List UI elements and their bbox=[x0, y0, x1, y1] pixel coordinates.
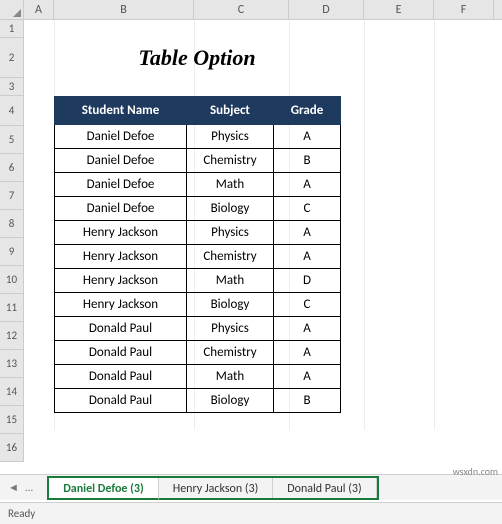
col-header-D[interactable]: D bbox=[289, 0, 364, 19]
cell-subject[interactable]: Physics bbox=[187, 317, 274, 341]
row-header-11[interactable]: 11 bbox=[0, 294, 24, 322]
col-header-B[interactable]: B bbox=[54, 0, 194, 19]
cell-name[interactable]: Henry Jackson bbox=[55, 293, 187, 317]
col-header-C[interactable]: C bbox=[194, 0, 289, 19]
row-header-15[interactable]: 15 bbox=[0, 406, 24, 434]
cell-subject[interactable]: Math bbox=[187, 173, 274, 197]
tab-prev-icon[interactable]: ◄ bbox=[8, 481, 19, 494]
table-row[interactable]: Daniel DefoeBiologyC bbox=[55, 197, 341, 221]
row-header-14[interactable]: 14 bbox=[0, 378, 24, 406]
row-header-6[interactable]: 6 bbox=[0, 154, 24, 182]
cell-grade[interactable]: A bbox=[274, 341, 341, 365]
sheet-tab[interactable]: Daniel Defoe (3) bbox=[49, 478, 158, 500]
cell-subject[interactable]: Physics bbox=[187, 221, 274, 245]
row-header-2[interactable]: 2 bbox=[0, 38, 24, 78]
page-title: Table Option bbox=[54, 38, 340, 78]
row-header-4[interactable]: 4 bbox=[0, 96, 24, 126]
cell-name[interactable]: Henry Jackson bbox=[55, 221, 187, 245]
header-subject[interactable]: Subject bbox=[187, 97, 274, 125]
cell-grade[interactable]: A bbox=[274, 173, 341, 197]
header-student-name[interactable]: Student Name bbox=[55, 97, 187, 125]
row-headers: 1 2 3 4 5 6 7 8 9 10 11 12 13 14 15 16 bbox=[0, 20, 24, 462]
cell-grade[interactable]: A bbox=[274, 125, 341, 149]
tabs-highlight: Daniel Defoe (3)Henry Jackson (3)Donald … bbox=[47, 476, 378, 500]
tab-menu-icon[interactable]: ... bbox=[25, 481, 33, 494]
row-header-5[interactable]: 5 bbox=[0, 126, 24, 154]
cell-grade[interactable]: A bbox=[274, 221, 341, 245]
table-row[interactable]: Donald PaulPhysicsA bbox=[55, 317, 341, 341]
select-all-corner[interactable] bbox=[0, 0, 24, 19]
cell-grade[interactable]: A bbox=[274, 317, 341, 341]
table-row[interactable]: Daniel DefoeMathA bbox=[55, 173, 341, 197]
cell-name[interactable]: Daniel Defoe bbox=[55, 173, 187, 197]
spreadsheet-grid[interactable]: A B C D E F 1 2 3 4 5 6 7 8 9 10 11 12 1… bbox=[0, 0, 502, 480]
cell-grade[interactable]: D bbox=[274, 269, 341, 293]
cell-name[interactable]: Donald Paul bbox=[55, 365, 187, 389]
cell-grade[interactable]: C bbox=[274, 293, 341, 317]
cell-subject[interactable]: Biology bbox=[187, 197, 274, 221]
table-row[interactable]: Donald PaulChemistryA bbox=[55, 341, 341, 365]
watermark: wsxdn.com bbox=[453, 465, 498, 478]
row-header-12[interactable]: 12 bbox=[0, 322, 24, 350]
sheet-tab[interactable]: Donald Paul (3) bbox=[273, 478, 376, 498]
row-header-9[interactable]: 9 bbox=[0, 238, 24, 266]
cell-subject[interactable]: Chemistry bbox=[187, 245, 274, 269]
table-header-row: Student Name Subject Grade bbox=[55, 97, 341, 125]
table-row[interactable]: Henry JacksonBiologyC bbox=[55, 293, 341, 317]
row-header-8[interactable]: 8 bbox=[0, 210, 24, 238]
table-row[interactable]: Daniel DefoeChemistryB bbox=[55, 149, 341, 173]
cell-grade[interactable]: A bbox=[274, 245, 341, 269]
cell-name[interactable]: Donald Paul bbox=[55, 317, 187, 341]
status-bar: Ready bbox=[0, 502, 502, 524]
cell-name[interactable]: Henry Jackson bbox=[55, 269, 187, 293]
cell-subject[interactable]: Chemistry bbox=[187, 341, 274, 365]
cell-name[interactable]: Daniel Defoe bbox=[55, 197, 187, 221]
table-row[interactable]: Henry JacksonMathD bbox=[55, 269, 341, 293]
table-row[interactable]: Donald PaulBiologyB bbox=[55, 389, 341, 413]
row-header-13[interactable]: 13 bbox=[0, 350, 24, 378]
row-header-7[interactable]: 7 bbox=[0, 182, 24, 210]
column-headers: A B C D E F bbox=[0, 0, 502, 20]
cell-subject[interactable]: Physics bbox=[187, 125, 274, 149]
cell-subject[interactable]: Biology bbox=[187, 293, 274, 317]
col-header-A[interactable]: A bbox=[24, 0, 54, 19]
table-row[interactable]: Donald PaulMathA bbox=[55, 365, 341, 389]
row-header-16[interactable]: 16 bbox=[0, 434, 24, 462]
cell-name[interactable]: Daniel Defoe bbox=[55, 149, 187, 173]
data-table: Student Name Subject Grade Daniel DefoeP… bbox=[54, 96, 341, 413]
cell-grade[interactable]: A bbox=[274, 365, 341, 389]
cell-name[interactable]: Donald Paul bbox=[55, 341, 187, 365]
cell-grade[interactable]: B bbox=[274, 149, 341, 173]
sheet-tabs-bar: ◄ ... Daniel Defoe (3)Henry Jackson (3)D… bbox=[0, 474, 502, 500]
col-header-E[interactable]: E bbox=[364, 0, 434, 19]
cell-name[interactable]: Donald Paul bbox=[55, 389, 187, 413]
status-text: Ready bbox=[8, 507, 35, 520]
cell-name[interactable]: Henry Jackson bbox=[55, 245, 187, 269]
sheet-tab[interactable]: Henry Jackson (3) bbox=[159, 478, 274, 498]
cell-name[interactable]: Daniel Defoe bbox=[55, 125, 187, 149]
cell-subject[interactable]: Math bbox=[187, 365, 274, 389]
cell-grade[interactable]: C bbox=[274, 197, 341, 221]
cell-subject[interactable]: Math bbox=[187, 269, 274, 293]
col-header-F[interactable]: F bbox=[434, 0, 494, 19]
cell-grade[interactable]: B bbox=[274, 389, 341, 413]
table-row[interactable]: Henry JacksonPhysicsA bbox=[55, 221, 341, 245]
row-header-3[interactable]: 3 bbox=[0, 78, 24, 96]
row-header-1[interactable]: 1 bbox=[0, 20, 24, 38]
header-grade[interactable]: Grade bbox=[274, 97, 341, 125]
row-header-10[interactable]: 10 bbox=[0, 266, 24, 294]
table-row[interactable]: Daniel DefoePhysicsA bbox=[55, 125, 341, 149]
tab-navigation: ◄ ... bbox=[0, 481, 41, 494]
cell-subject[interactable]: Chemistry bbox=[187, 149, 274, 173]
table-row[interactable]: Henry JacksonChemistryA bbox=[55, 245, 341, 269]
cell-subject[interactable]: Biology bbox=[187, 389, 274, 413]
